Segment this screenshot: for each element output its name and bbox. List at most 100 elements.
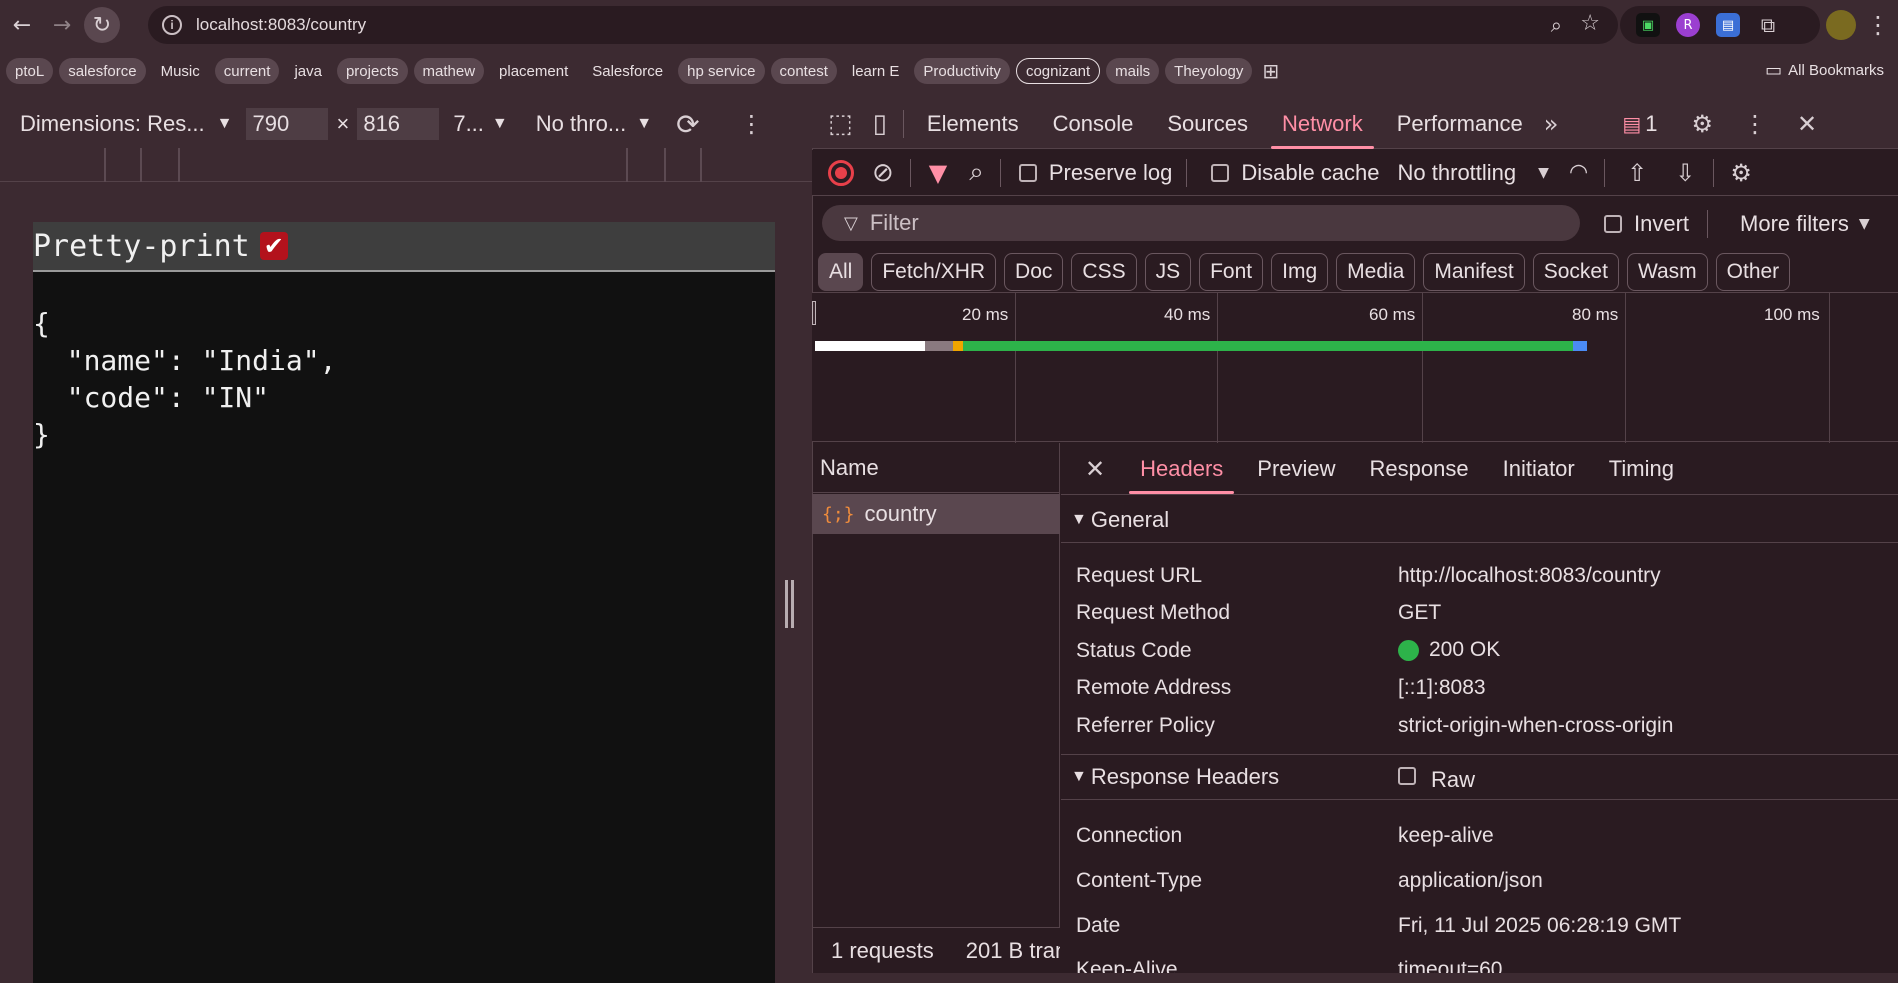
filter-input[interactable]: ▽ Filter (822, 205, 1580, 241)
close-icon[interactable]: ✕ (1085, 455, 1105, 483)
tab-console[interactable]: Console (1036, 99, 1151, 149)
tab-sources[interactable]: Sources (1150, 99, 1265, 149)
forward-icon[interactable]: → (44, 7, 80, 43)
raw-checkbox[interactable] (1398, 767, 1416, 785)
bookmark[interactable]: current (214, 58, 280, 84)
chevron-down-icon[interactable]: ▼ (636, 115, 652, 133)
filter-icon[interactable]: ▼ (929, 159, 947, 187)
type-filter-media[interactable]: Media (1336, 253, 1416, 291)
reload-icon[interactable]: ↻ (84, 7, 120, 43)
throttle-select[interactable]: No thro... (536, 111, 626, 137)
network-conditions-icon[interactable]: ◠ (1569, 160, 1588, 185)
name-column-header[interactable]: Name (812, 443, 1060, 493)
type-filter-wasm[interactable]: Wasm (1626, 253, 1708, 291)
request-row[interactable]: {;} country (812, 494, 1060, 534)
type-filter-doc[interactable]: Doc (1004, 253, 1064, 291)
tab-headers[interactable]: Headers (1123, 444, 1240, 494)
throttling-select[interactable]: No throttling (1398, 160, 1517, 186)
type-filter-font[interactable]: Font (1199, 253, 1264, 291)
more-options-icon[interactable]: ⋮ (1743, 110, 1767, 138)
clear-icon[interactable]: ⊘ (872, 158, 894, 188)
general-section-header[interactable]: ▼ General (1061, 497, 1898, 543)
preserve-log-checkbox[interactable] (1018, 163, 1037, 182)
tab-preview[interactable]: Preview (1240, 444, 1352, 494)
bookmark[interactable]: mails (1106, 58, 1160, 84)
invert-checkbox[interactable] (1604, 215, 1622, 233)
bookmark[interactable]: ptoL (6, 58, 54, 84)
bookmark[interactable]: placement (490, 58, 577, 84)
pretty-print-checkbox[interactable]: ✔ (259, 232, 288, 260)
zoom-icon[interactable]: ⌕ (1551, 13, 1562, 37)
type-filter-img[interactable]: Img (1271, 253, 1329, 291)
network-settings-gear-icon[interactable]: ⚙ (1730, 159, 1752, 187)
back-icon[interactable]: ← (4, 7, 40, 43)
type-filter-all[interactable]: All (818, 253, 864, 291)
tab-performance[interactable]: Performance (1380, 99, 1540, 149)
device-toggle-icon[interactable]: ▯ (873, 109, 887, 139)
bookmark[interactable]: hp service (678, 58, 765, 84)
issues-count[interactable]: 1 (1645, 111, 1657, 137)
height-input[interactable]: 816 (357, 108, 440, 140)
bookmark[interactable]: projects (336, 58, 408, 84)
type-filter-js[interactable]: JS (1144, 253, 1192, 291)
all-bookmarks-label: All Bookmarks (1788, 62, 1884, 79)
tab-elements[interactable]: Elements (910, 99, 1036, 149)
bookmark[interactable]: mathew (413, 58, 485, 84)
media-query-ruler[interactable] (0, 148, 812, 182)
dimensions-select[interactable]: Dimensions: Res... (20, 111, 205, 137)
bookmark-star-icon[interactable]: ☆ (1580, 11, 1600, 36)
chevron-down-icon[interactable]: ▼ (217, 115, 233, 133)
extension-icon[interactable]: ▤ (1716, 13, 1740, 37)
overview-handle[interactable] (812, 301, 816, 325)
extension-icon[interactable]: R (1676, 13, 1700, 37)
url-text[interactable]: localhost:8083/country (196, 15, 366, 35)
address-bar[interactable]: i localhost:8083/country ⌕ ☆ (148, 6, 1618, 44)
avatar[interactable] (1826, 10, 1856, 40)
chevron-down-icon[interactable]: ▼ (1859, 216, 1870, 232)
more-filters-button[interactable]: More filters (1740, 211, 1849, 237)
bookmark[interactable]: Productivity (914, 58, 1010, 84)
bookmark[interactable]: Salesforce (583, 58, 672, 84)
inspect-element-icon[interactable]: ⬚ (828, 109, 853, 139)
bookmark[interactable]: cognizant (1015, 58, 1101, 84)
menu-kebab-icon[interactable]: ⋮ (1866, 10, 1890, 40)
site-info-icon[interactable]: i (162, 15, 182, 35)
bookmark[interactable]: contest (770, 58, 837, 84)
type-filter-socket[interactable]: Socket (1532, 253, 1619, 291)
puzzle-icon[interactable]: ⧉ (1756, 13, 1780, 37)
tab-response[interactable]: Response (1353, 444, 1486, 494)
more-tabs-icon[interactable]: » (1544, 110, 1559, 138)
all-bookmarks[interactable]: ▭ All Bookmarks (1765, 60, 1884, 81)
tab-network[interactable]: Network (1265, 99, 1380, 149)
tab-initiator[interactable]: Initiator (1486, 444, 1592, 494)
bookmark[interactable]: learn E (843, 58, 909, 84)
tab-timing[interactable]: Timing (1592, 444, 1691, 494)
download-icon[interactable]: ⇩ (1675, 159, 1695, 187)
disable-cache-checkbox[interactable] (1211, 163, 1230, 182)
type-filter-fetch-xhr[interactable]: Fetch/XHR (871, 253, 997, 291)
resize-handle[interactable] (785, 580, 797, 630)
type-filter-manifest[interactable]: Manifest (1423, 253, 1525, 291)
search-icon[interactable]: ⌕ (969, 157, 984, 188)
bookmark[interactable]: java (285, 58, 331, 84)
type-filter-css[interactable]: CSS (1071, 253, 1137, 291)
response-headers-section-header[interactable]: ▼ Response Headers Raw (1061, 754, 1898, 800)
width-input[interactable]: 790 (246, 108, 329, 140)
bookmark[interactable]: salesforce (59, 58, 146, 84)
type-filter-other[interactable]: Other (1715, 253, 1791, 291)
extension-icon[interactable]: ▣ (1636, 13, 1660, 37)
bookmark[interactable]: Music (152, 58, 209, 84)
chevron-down-icon[interactable]: ▼ (492, 115, 508, 133)
close-devtools-icon[interactable]: ✕ (1797, 110, 1817, 138)
settings-gear-icon[interactable]: ⚙ (1692, 110, 1714, 138)
issues-icon[interactable]: ▤ (1622, 112, 1641, 136)
chevron-down-icon[interactable]: ▼ (1538, 165, 1549, 181)
zoom-select[interactable]: 7... (453, 111, 484, 137)
bookmark[interactable]: Theyology (1165, 58, 1253, 84)
rotate-icon[interactable]: ⟳ (676, 108, 699, 141)
apps-grid-icon[interactable]: ⊞ (1262, 59, 1279, 83)
more-options-icon[interactable]: ⋮ (740, 110, 764, 138)
record-icon[interactable] (828, 159, 854, 186)
upload-icon[interactable]: ⇧ (1627, 159, 1647, 187)
network-overview[interactable]: 20 ms 40 ms 60 ms 80 ms 100 ms (812, 292, 1898, 443)
